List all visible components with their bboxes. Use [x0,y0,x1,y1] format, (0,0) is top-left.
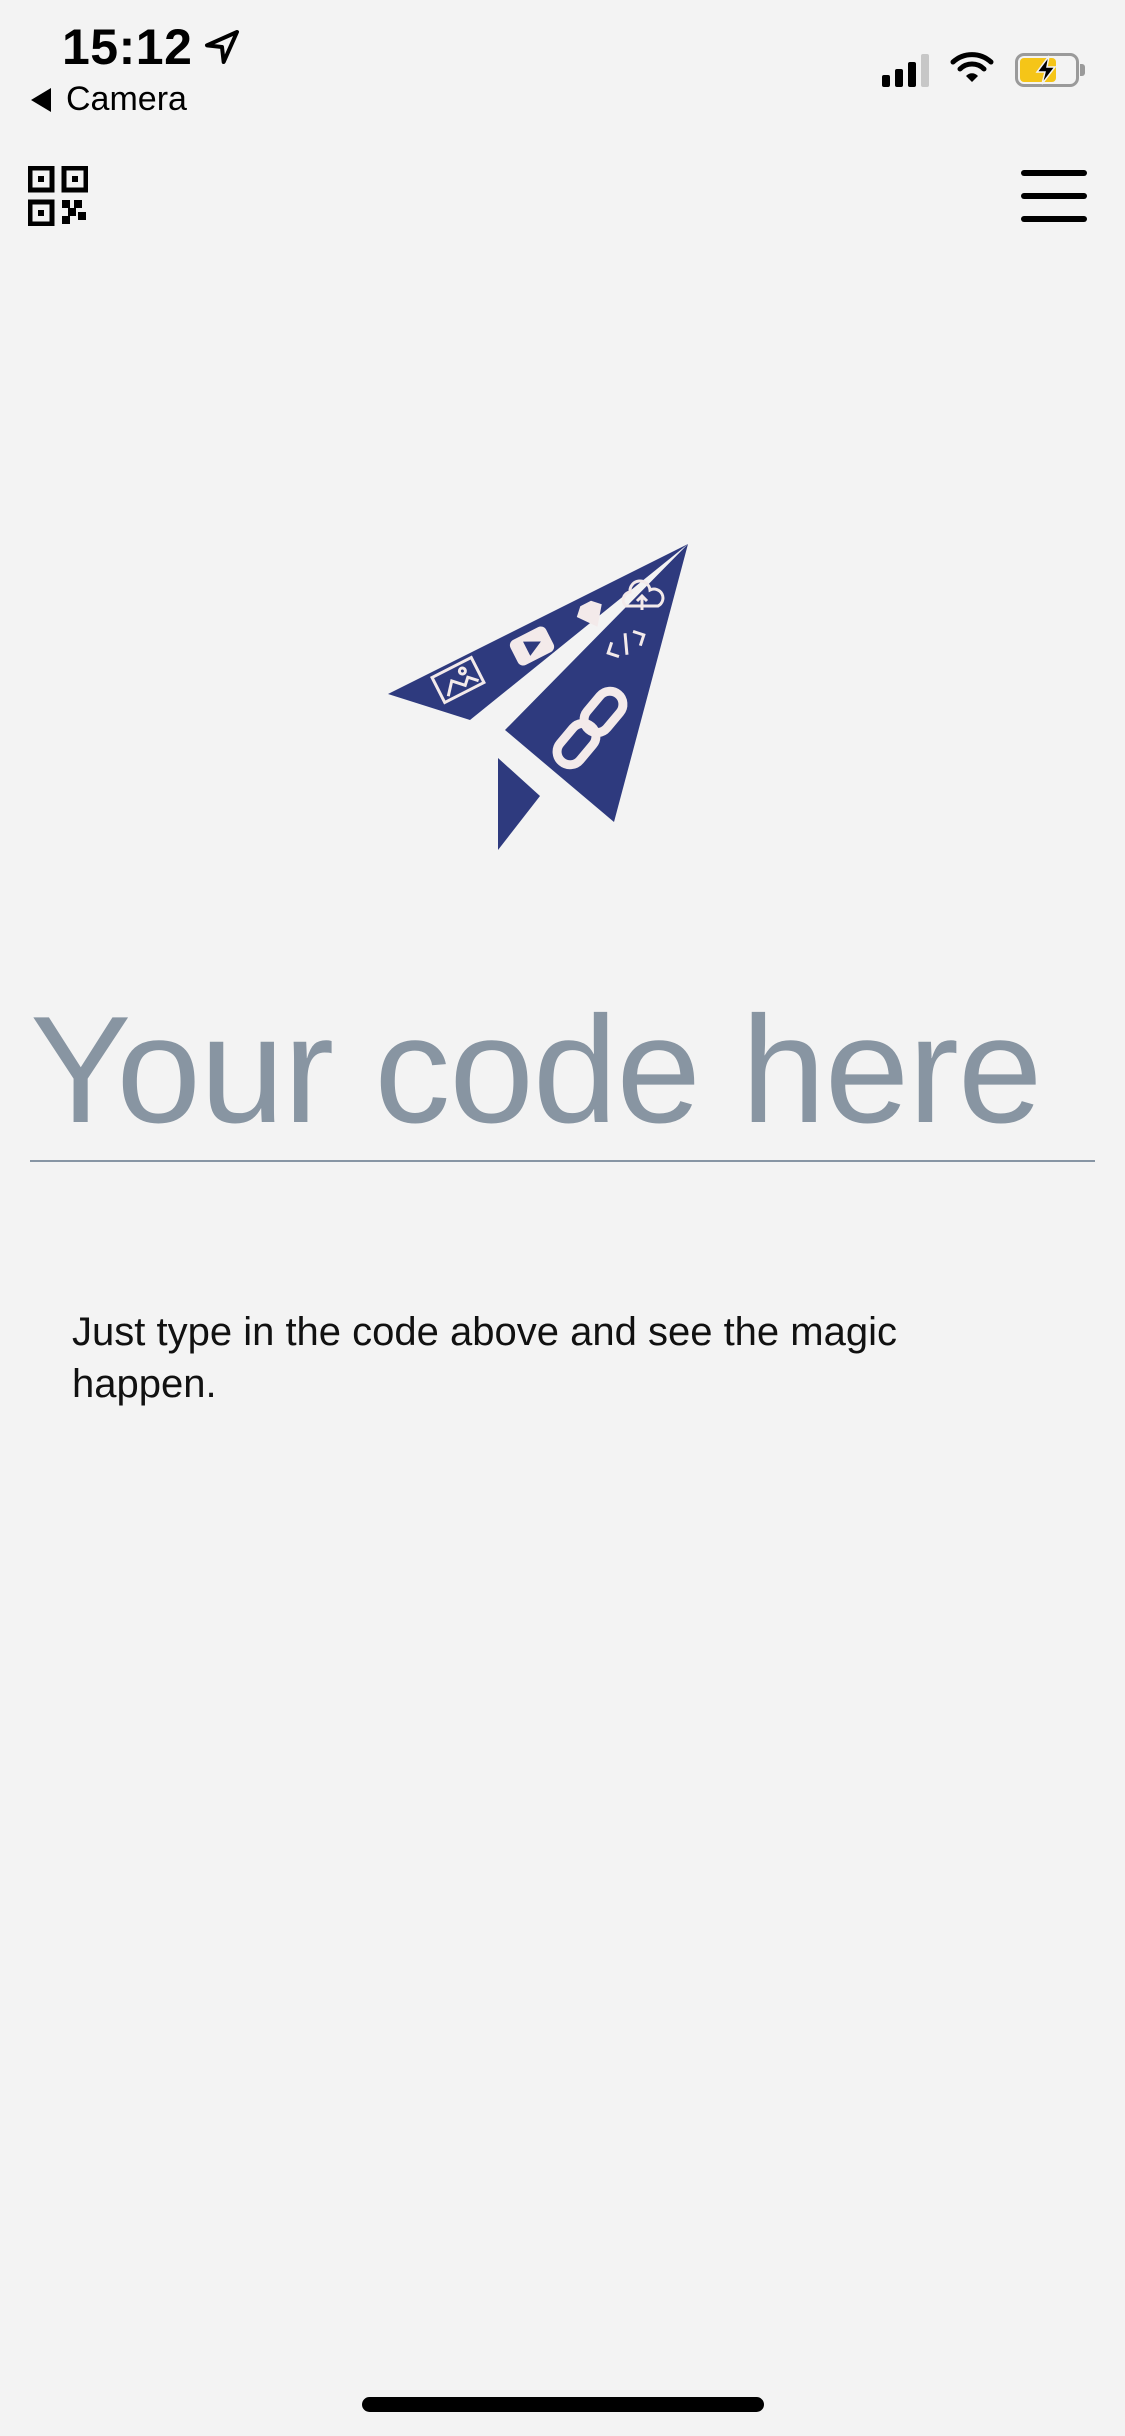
hamburger-menu-icon-bar [1021,170,1087,176]
location-arrow-icon [205,30,240,64]
battery-charging-icon [1015,52,1085,87]
clock-text: 15:12 [62,19,193,75]
qr-scanner-button[interactable] [27,165,89,227]
back-app-label: Camera [66,80,187,118]
hamburger-menu-icon-bar [1021,216,1087,222]
code-input-container [30,980,1095,1162]
wifi-icon [949,50,995,89]
home-indicator[interactable] [362,2397,764,2412]
code-input[interactable] [30,980,1095,1160]
hint-text: Just type in the code above and see the … [72,1310,897,1406]
back-to-app-button[interactable]: Camera [30,80,187,119]
status-time: 15:12 [62,18,242,76]
signal-icon [882,53,929,87]
paper-plane-logo [388,544,688,850]
hamburger-menu-icon-bar [1021,193,1087,199]
qr-code-icon [27,165,89,227]
status-indicators [882,50,1085,89]
back-triangle-icon [31,87,51,112]
menu-button[interactable] [1021,170,1087,222]
